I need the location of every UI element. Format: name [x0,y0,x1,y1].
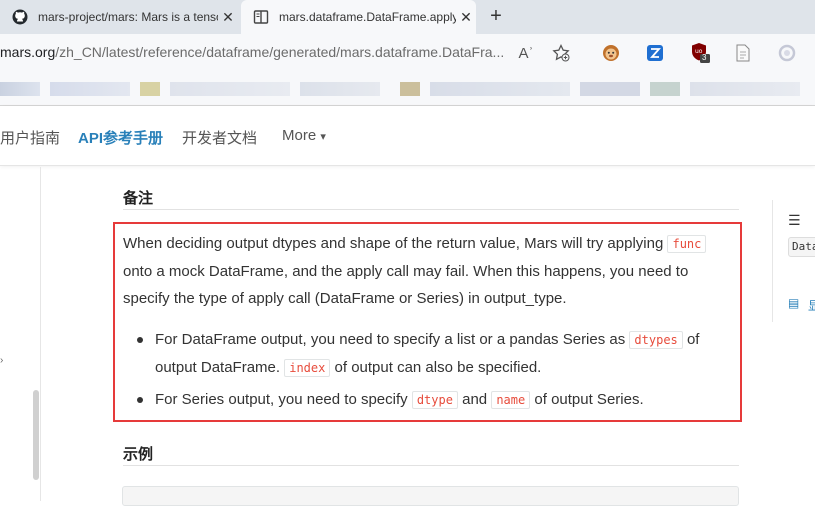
notes-bullet-list: For DataFrame output, you need to specif… [137,326,735,418]
favorite-add-icon[interactable] [550,42,572,64]
sidebar-expand-icon[interactable]: › [0,355,3,366]
code-func: func [667,235,707,253]
show-source-link[interactable]: 显 [808,297,815,314]
url-host: mars.org [0,44,56,60]
code-dtype: dtype [411,391,458,409]
copilot-extension-icon[interactable] [776,42,798,64]
tab-active-docs[interactable]: mars.dataframe.DataFrame.apply ✕ [241,0,476,34]
monkey-extension-icon[interactable] [600,42,622,64]
tab-strip: mars-project/mars: Mars is a tensor-base… [0,0,815,34]
code-dtypes: dtypes [629,331,683,349]
toc-code-snippet[interactable]: Data [788,237,815,257]
toc-list-icon[interactable]: ☰ [788,212,801,229]
blurred-bookmark[interactable] [140,82,160,96]
book-icon [253,10,269,24]
show-source-icon[interactable]: ▤ [788,296,799,310]
close-icon[interactable]: ✕ [218,9,238,26]
extension-badge: 3 [702,53,707,62]
text-run: of output can also be specified. [330,359,542,376]
notes-paragraph: When deciding output dtypes and shape of… [123,230,728,312]
text-run: When deciding output dtypes and shape of… [123,235,668,252]
blurred-bookmark[interactable] [170,82,290,96]
right-sidebar-divider [772,200,773,322]
blurred-bookmark[interactable] [430,82,570,96]
notes-heading: 备注 [123,190,154,207]
site-nav: 用户指南 API参考手册 开发者文档 More ▾ [0,106,815,166]
nav-developer-docs[interactable]: 开发者文档 [182,127,257,148]
github-icon [12,9,28,25]
new-tab-button[interactable]: + [484,5,508,29]
nav-more-dropdown[interactable]: More ▾ [282,127,326,144]
text-run: of output Series. [530,391,644,408]
tab-github[interactable]: mars-project/mars: Mars is a tensor-base… [0,0,238,34]
url-path: /zh_CN/latest/reference/dataframe/genera… [55,44,505,60]
blurred-bookmark[interactable] [300,82,380,96]
zotero-extension-icon[interactable] [644,42,666,64]
page-extension-icon[interactable] [732,42,754,64]
list-item: For DataFrame output, you need to specif… [137,326,735,382]
ublock-extension-icon[interactable]: uo 3 [690,42,712,64]
examples-heading: 示例 [123,446,154,463]
example-code-block[interactable] [122,486,739,506]
tab-title: mars-project/mars: Mars is a tensor-base… [38,10,218,24]
bookmarks-bar [0,72,815,106]
blurred-bookmark[interactable] [690,82,800,96]
close-icon[interactable]: ✕ [456,9,476,26]
chevron-down-icon: ▾ [320,131,326,143]
blurred-bookmark[interactable] [400,82,420,96]
nav-api-reference[interactable]: API参考手册 [78,127,163,148]
text-run: and [457,391,492,408]
left-sidebar-divider [40,167,41,501]
heading-divider [123,465,739,466]
read-aloud-icon[interactable]: Aʾ [515,42,537,64]
text-run: For DataFrame output, you need to specif… [155,331,630,348]
heading-divider [123,209,739,210]
code-name: name [491,391,531,409]
blurred-bookmark[interactable] [0,82,40,96]
url-field[interactable]: mars.org/zh_CN/latest/reference/datafram… [0,44,504,60]
blurred-bookmark[interactable] [650,82,680,96]
text-run: onto a mock DataFrame, and the apply cal… [123,263,689,307]
nav-more-label: More [282,127,317,144]
text-run: For Series output, you need to specify [155,391,412,408]
address-bar: mars.org/zh_CN/latest/reference/datafram… [0,34,815,72]
sidebar-scrollbar[interactable] [33,390,39,480]
tab-title: mars.dataframe.DataFrame.apply [279,10,456,24]
list-item: For Series output, you need to specify d… [137,386,735,414]
blurred-bookmark[interactable] [50,82,130,96]
code-index: index [284,359,331,377]
blurred-bookmark[interactable] [580,82,640,96]
nav-user-guide[interactable]: 用户指南 [0,127,60,148]
